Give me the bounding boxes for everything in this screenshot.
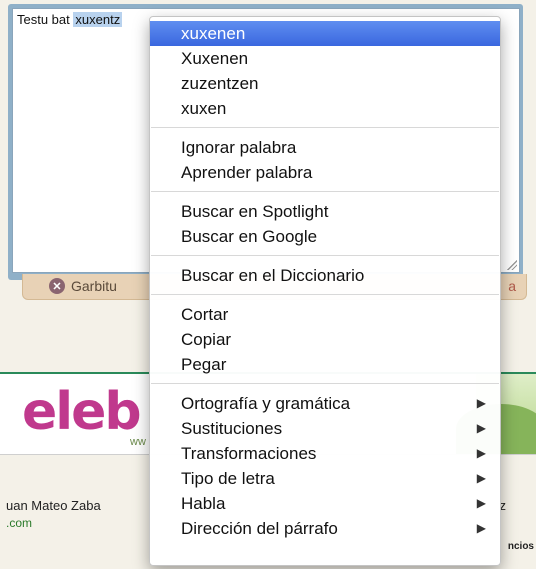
submenu-label: Transformaciones <box>181 444 317 463</box>
submenu-label: Ortografía y gramática <box>181 394 351 413</box>
footer-text: uan Mateo Zaba <box>6 498 101 513</box>
submenu-arrow-icon: ▶ <box>476 471 486 485</box>
context-menu: xuxenen Xuxenen zuzentzen xuxen Ignorar … <box>149 16 501 566</box>
menu-separator <box>151 294 499 295</box>
menu-item-cut[interactable]: Cortar <box>150 302 500 327</box>
banner-logo[interactable]: eleb <box>22 382 142 442</box>
action-bar-right-label[interactable]: a <box>508 278 516 294</box>
submenu-label: Sustituciones <box>181 419 283 438</box>
menu-item-search-google[interactable]: Buscar en Google <box>150 224 500 249</box>
menu-item-dictionary[interactable]: Buscar en el Diccionario <box>150 263 500 288</box>
menu-suggestion[interactable]: xuxen <box>150 96 500 121</box>
menu-submenu-font[interactable]: Tipo de letra ▶ <box>150 466 500 491</box>
clear-x-icon: ✕ <box>49 278 65 294</box>
menu-submenu-paragraph-direction[interactable]: Dirección del párrafo ▶ <box>150 516 500 541</box>
submenu-arrow-icon: ▶ <box>476 521 486 535</box>
menu-item-copy[interactable]: Copiar <box>150 327 500 352</box>
menu-separator <box>151 255 499 256</box>
editor-selected-word[interactable]: xuxentz <box>73 12 123 27</box>
menu-item-learn-word[interactable]: Aprender palabra <box>150 160 500 185</box>
menu-item-ignore-word[interactable]: Ignorar palabra <box>150 135 500 160</box>
menu-separator <box>151 383 499 384</box>
submenu-arrow-icon: ▶ <box>476 446 486 460</box>
menu-suggestion[interactable]: xuxenen <box>150 21 500 46</box>
submenu-arrow-icon: ▶ <box>476 496 486 510</box>
resize-grip-icon[interactable] <box>507 260 517 270</box>
menu-separator <box>151 127 499 128</box>
submenu-label: Habla <box>181 494 226 513</box>
menu-submenu-transformations[interactable]: Transformaciones ▶ <box>150 441 500 466</box>
menu-submenu-speech[interactable]: Habla ▶ <box>150 491 500 516</box>
menu-suggestion[interactable]: Xuxenen <box>150 46 500 71</box>
editor-text-plain: Testu bat <box>17 12 70 27</box>
menu-submenu-spelling-grammar[interactable]: Ortografía y gramática ▶ <box>150 391 500 416</box>
menu-separator <box>151 191 499 192</box>
submenu-arrow-icon: ▶ <box>476 396 486 410</box>
footer-right-small: ncios <box>507 541 534 552</box>
submenu-label: Tipo de letra <box>181 469 275 488</box>
banner-subtext: ww <box>130 436 146 448</box>
menu-submenu-substitutions[interactable]: Sustituciones ▶ <box>150 416 500 441</box>
menu-item-search-spotlight[interactable]: Buscar en Spotlight <box>150 199 500 224</box>
menu-suggestion[interactable]: zuzentzen <box>150 71 500 96</box>
submenu-label: Dirección del párrafo <box>181 519 338 538</box>
footer-link[interactable]: .com <box>6 516 32 530</box>
submenu-arrow-icon: ▶ <box>476 421 486 435</box>
clear-button[interactable]: ✕ Garbitu <box>49 278 117 294</box>
menu-item-paste[interactable]: Pegar <box>150 352 500 377</box>
clear-button-label: Garbitu <box>71 278 117 294</box>
editor-content[interactable]: Testu bat xuxentz <box>17 12 123 27</box>
